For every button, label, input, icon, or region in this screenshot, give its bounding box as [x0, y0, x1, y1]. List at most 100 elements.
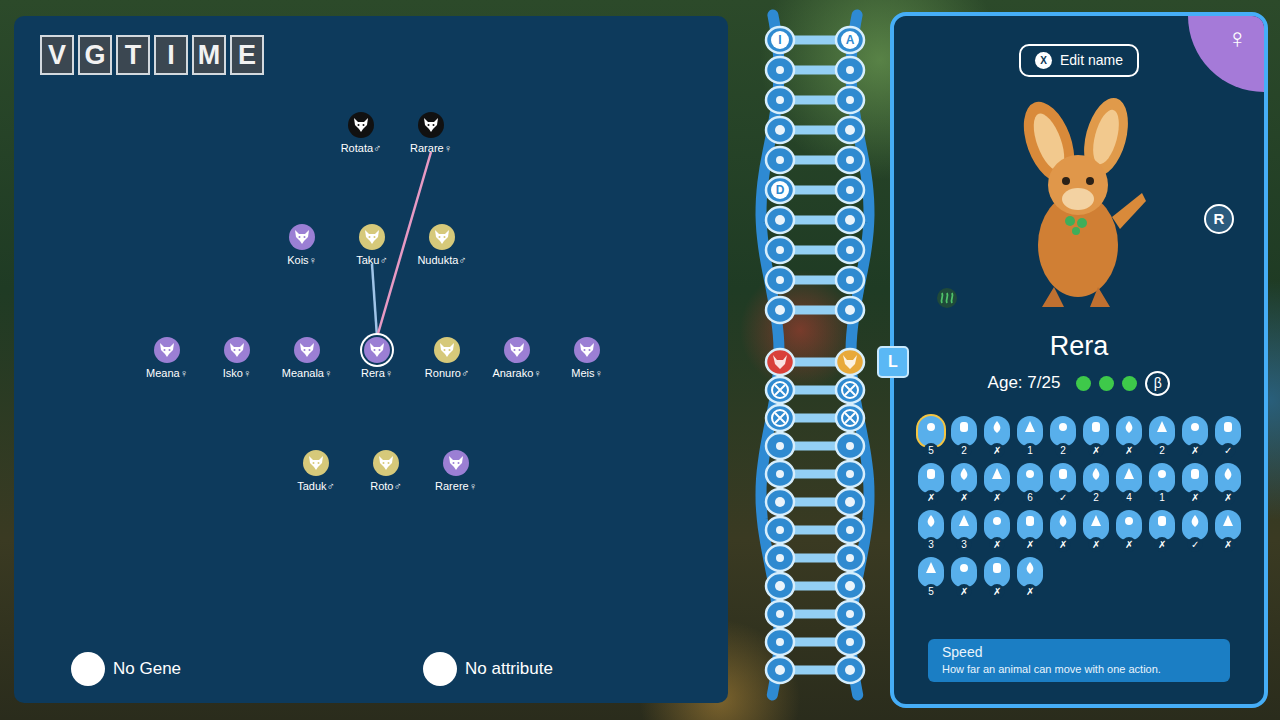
gene-button[interactable]: [951, 463, 977, 493]
gene-button[interactable]: [1083, 463, 1109, 493]
node-dot[interactable]: [429, 224, 455, 250]
gene-button[interactable]: [1215, 510, 1241, 540]
gene-button[interactable]: [1083, 510, 1109, 540]
gene-button[interactable]: [1017, 510, 1043, 540]
gene-value: 2: [1155, 443, 1170, 458]
tree-node[interactable]: Rotata♂: [319, 112, 403, 155]
gene-button[interactable]: [1050, 416, 1076, 446]
node-dot[interactable]: [348, 112, 374, 138]
node-dot[interactable]: [443, 450, 469, 476]
animal-head-icon: [423, 117, 439, 133]
node-dot[interactable]: [294, 337, 320, 363]
node-dot[interactable]: [434, 337, 460, 363]
switch-panel-button[interactable]: L: [877, 346, 909, 378]
tree-node[interactable]: Rarere♀: [414, 450, 498, 493]
tree-node[interactable]: Ronuro♂: [405, 337, 489, 380]
tree-node[interactable]: Taku♂: [330, 224, 414, 267]
node-label: Taku♂: [356, 254, 388, 267]
gene-button[interactable]: [951, 557, 977, 587]
gene-button[interactable]: [1182, 510, 1208, 540]
fox-head-icon: [843, 355, 857, 369]
tree-node[interactable]: Rera♀: [335, 337, 419, 380]
slot-letter: I: [778, 33, 781, 47]
gene-value: ✗: [1089, 537, 1104, 552]
gene-button[interactable]: [984, 510, 1010, 540]
trait-icon: [924, 561, 938, 575]
gene-button[interactable]: [1116, 416, 1142, 446]
dna-rung: [766, 147, 864, 173]
tree-node[interactable]: Isko♀: [195, 337, 279, 380]
legend-label: No attribute: [465, 656, 553, 682]
gene-button[interactable]: [1017, 557, 1043, 587]
slot-letter: A: [846, 33, 855, 47]
node-dot[interactable]: [373, 450, 399, 476]
node-dot[interactable]: [574, 337, 600, 363]
gene-button[interactable]: [1017, 463, 1043, 493]
gene-button[interactable]: [1149, 510, 1175, 540]
node-dot[interactable]: [224, 337, 250, 363]
gene-button[interactable]: [1116, 510, 1142, 540]
node-dot[interactable]: [418, 112, 444, 138]
dna-rung: [766, 629, 864, 655]
node-label: Ronuro♂: [425, 367, 469, 380]
gene-button[interactable]: [918, 463, 944, 493]
gene-button[interactable]: [1215, 463, 1241, 493]
trait-icon: [775, 215, 785, 225]
beta-badge: β: [1145, 371, 1170, 396]
gene-cell: 5: [918, 557, 944, 599]
tree-node[interactable]: Roto♂: [344, 450, 428, 493]
tree-node[interactable]: Rarare♀: [389, 112, 473, 155]
node-dot[interactable]: [154, 337, 180, 363]
gene-value: ✗: [1122, 537, 1137, 552]
gene-button[interactable]: [951, 510, 977, 540]
gene-button[interactable]: [1083, 416, 1109, 446]
gene-button[interactable]: [1050, 510, 1076, 540]
gene-slot-icon: [766, 177, 794, 203]
node-sex: ♂: [394, 480, 402, 492]
node-dot[interactable]: [303, 450, 329, 476]
gene-button[interactable]: [918, 416, 944, 446]
tree-node[interactable]: Kois♀: [260, 224, 344, 267]
node-dot[interactable]: [364, 337, 390, 363]
animal-head-icon: [369, 342, 385, 358]
gene-slot-icon: [766, 601, 794, 627]
tree-node[interactable]: Meana♀: [125, 337, 209, 380]
tree-node[interactable]: Anarako♀: [475, 337, 559, 380]
gene-button[interactable]: [918, 510, 944, 540]
gene-value: ✗: [1221, 490, 1236, 505]
gene-button[interactable]: [1116, 463, 1142, 493]
gene-button[interactable]: [1050, 463, 1076, 493]
gene-button[interactable]: [1182, 463, 1208, 493]
gene-button[interactable]: [1149, 463, 1175, 493]
tree-node[interactable]: Nudukta♂: [400, 224, 484, 267]
edit-name-button[interactable]: XEdit name: [1019, 44, 1139, 77]
trait-icon: [776, 66, 784, 74]
cross-icon: [842, 410, 858, 426]
tree-node[interactable]: Taduk♂: [274, 450, 358, 493]
gene-button[interactable]: [1017, 416, 1043, 446]
gene-slot-icon: [766, 87, 794, 113]
gene-button[interactable]: [984, 416, 1010, 446]
node-dot[interactable]: [289, 224, 315, 250]
gene-slot-icon: [836, 267, 864, 293]
trait-icon: [1056, 420, 1070, 434]
trait-icon: [1155, 514, 1169, 528]
gene-cell: ✓: [1182, 510, 1208, 552]
tree-node[interactable]: Meis♀: [545, 337, 629, 380]
node-dot[interactable]: [359, 224, 385, 250]
animal-name: Rera: [1050, 330, 1109, 362]
gene-button[interactable]: [918, 557, 944, 587]
gene-cell: ✗: [1116, 416, 1142, 458]
legend: No GeneNo attribute: [14, 652, 728, 703]
gene-button[interactable]: [984, 463, 1010, 493]
gene-button[interactable]: [1182, 416, 1208, 446]
gene-button[interactable]: [1215, 416, 1241, 446]
gene-button[interactable]: [1149, 416, 1175, 446]
node-dot[interactable]: [504, 337, 530, 363]
gene-button[interactable]: [984, 557, 1010, 587]
dna-rung: D: [766, 177, 864, 203]
gene-slot-icon: [766, 629, 794, 655]
cross-icon: [772, 382, 788, 398]
tree-node[interactable]: Meanala♀: [265, 337, 349, 380]
gene-button[interactable]: [951, 416, 977, 446]
